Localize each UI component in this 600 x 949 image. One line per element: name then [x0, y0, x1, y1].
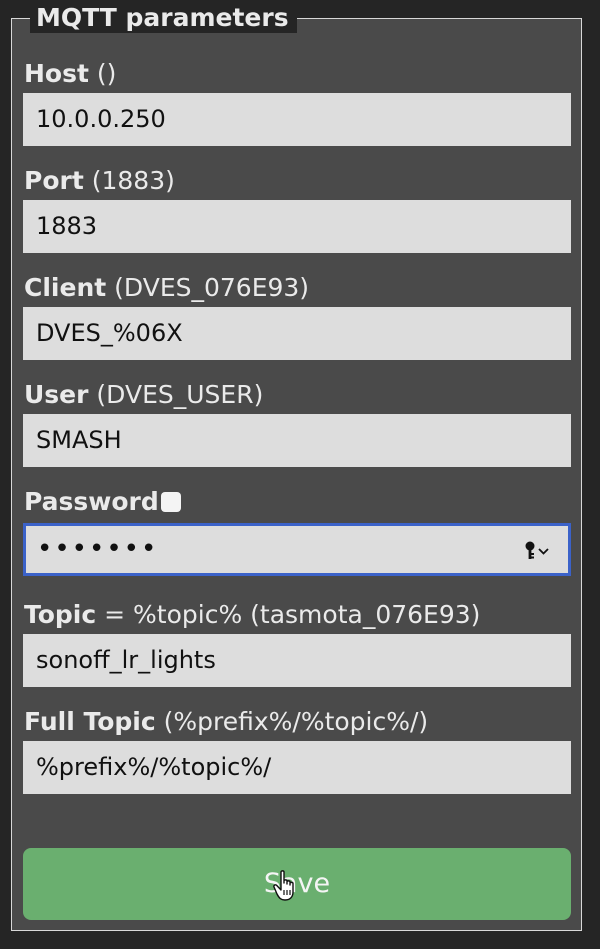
user-hint: (DVES_USER) — [88, 380, 264, 409]
section-legend: MQTT parameters — [30, 3, 297, 33]
client-input[interactable]: DVES_%06X — [23, 307, 571, 360]
host-label-text: Host — [24, 59, 89, 88]
client-label: Client (DVES_076E93) — [24, 273, 309, 303]
topic-label: Topic = %topic% (tasmota_076E93) — [24, 600, 480, 630]
full-topic-hint: (%prefix%/%topic%/) — [155, 707, 429, 736]
full-topic-input[interactable]: %prefix%/%topic%/ — [23, 741, 571, 794]
client-label-text: Client — [24, 273, 107, 302]
password-masked-value: ••••••• — [37, 534, 159, 564]
mqtt-config-page: MQTT parameters Host () 10.0.0.250 Port … — [0, 0, 600, 949]
host-hint: () — [88, 59, 117, 88]
show-password-checkbox[interactable] — [160, 492, 181, 512]
port-label-text: Port — [24, 166, 84, 195]
full-topic-label: Full Topic (%prefix%/%topic%/) — [24, 707, 428, 737]
save-button[interactable]: Save — [23, 848, 571, 920]
full-topic-label-text: Full Topic — [24, 707, 156, 736]
host-label: Host () — [24, 59, 116, 89]
topic-input[interactable]: sonoff_lr_lights — [23, 634, 571, 687]
user-label-text: User — [24, 380, 89, 409]
user-label: User (DVES_USER) — [24, 380, 263, 410]
password-input[interactable]: ••••••• — [23, 523, 571, 576]
port-label: Port (1883) — [24, 166, 175, 196]
port-hint: (1883) — [83, 166, 175, 195]
hand-pointer-cursor-icon — [273, 870, 294, 901]
port-input[interactable]: 1883 — [23, 200, 571, 253]
host-input[interactable]: 10.0.0.250 — [23, 93, 571, 146]
user-input[interactable]: SMASH — [23, 414, 571, 467]
key-autofill-icon[interactable] — [524, 540, 552, 562]
password-label-text: Password — [24, 487, 159, 516]
topic-hint: = %topic% (tasmota_076E93) — [96, 600, 481, 629]
mqtt-parameters-fieldset: MQTT parameters Host () 10.0.0.250 Port … — [11, 3, 582, 931]
password-label: Password — [24, 487, 181, 517]
client-hint: (DVES_076E93) — [106, 273, 310, 302]
topic-label-text: Topic — [24, 600, 97, 629]
